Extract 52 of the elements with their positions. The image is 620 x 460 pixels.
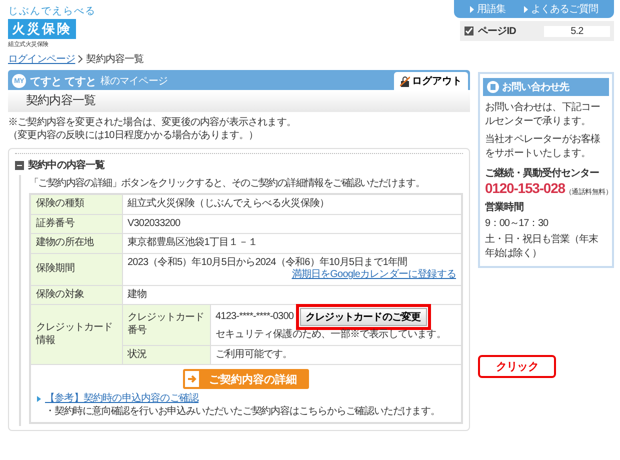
user-name: てすと てすと	[30, 74, 96, 88]
table-cell: 保険の種類	[30, 194, 122, 214]
days-text: 土・日・祝日も営業（年末年始は除く）	[485, 232, 599, 260]
phone-number: 0120-153-028	[485, 180, 565, 196]
logo-tagline: じぶんでえらべる	[8, 5, 96, 18]
bullet-icon	[524, 6, 528, 12]
note-text: セキュリティ保護のため、一部※で表示しています。	[216, 329, 447, 342]
page-id-value: 5.2	[544, 26, 610, 36]
value-text: 2023（令和5）年10月5日から2024（令和6）年10月5日まで1年間	[128, 256, 408, 268]
mypage-label: 様のマイページ	[100, 74, 168, 88]
hours-text: 9：00～17：30	[485, 217, 550, 230]
card-number: 4123-****-****-0300	[216, 310, 294, 324]
value-text: 東京都豊島区池袋1丁目１－１	[128, 237, 258, 250]
reference-note: ・契約時に意向確認を行いお申込みいただいたご契約内容はこちらからご確認いただけます。	[44, 406, 441, 418]
note-text: （変更内容の反映には10日程度かかる場合があります。）	[8, 129, 260, 142]
value-text: 組立式火災保険（じぶんでえらべる火災保険）	[128, 198, 330, 210]
bullet-icon	[37, 396, 41, 402]
contact-text: 当社オペレーターがお客様をサポートいたします。	[485, 133, 602, 160]
note-text: ※ご契約内容を変更された場合は、変更後の内容が表示されます。	[8, 116, 298, 129]
phone-book-icon	[487, 81, 499, 93]
table-cell: クレジットカード情報	[30, 304, 122, 364]
reference-link[interactable]: 【参考】契約時の申込内容のご確認	[45, 393, 199, 406]
hours-label: 営業時間	[485, 200, 524, 214]
value-text: ご利用可能です。	[216, 348, 294, 361]
lock-icon	[400, 76, 410, 86]
table-cell: 建物の所在地	[30, 234, 122, 253]
click-callout: クリック	[478, 355, 556, 378]
collapse-icon[interactable]	[15, 160, 24, 170]
intro-text: 「ご契約内容の詳細」ボタンをクリックすると、そのご契約の詳細情報をご確認いただけます。	[29, 176, 426, 191]
contact-title: お問い合わせ先	[502, 80, 570, 94]
value-text: 建物	[128, 288, 148, 301]
logout-button[interactable]: ログアウト	[394, 72, 468, 90]
breadcrumb-current: 契約内容一覧	[86, 52, 144, 66]
page-title: 契約内容一覧	[8, 90, 470, 112]
contact-text: お問い合わせは、下記コールセンターで承ります。	[485, 101, 602, 128]
section-title: 契約中の内容一覧	[28, 158, 105, 172]
page-id-label: ページID	[478, 25, 518, 38]
bullet-icon	[470, 6, 474, 12]
center-name: ご継続・異動受付センター	[485, 166, 600, 180]
value-text: V302033200	[128, 218, 182, 230]
table-cell: クレジットカード番号	[122, 304, 210, 345]
table-cell: 証券番号	[30, 214, 122, 234]
top-link[interactable]: 用語集	[476, 2, 506, 16]
chevron-icon	[78, 55, 84, 63]
table-cell: 状況	[122, 345, 210, 364]
breadcrumb-link[interactable]: ログインページ	[8, 52, 76, 66]
table-cell: 保険期間	[30, 253, 122, 285]
logo-name: 火災保険	[8, 19, 76, 39]
table-cell: 保険の対象	[30, 285, 122, 304]
top-link[interactable]: よくあるご質問	[530, 2, 598, 16]
calendar-link[interactable]: 満期日をGoogleカレンダーに登録する	[292, 269, 456, 280]
checkbox-icon	[464, 26, 474, 36]
